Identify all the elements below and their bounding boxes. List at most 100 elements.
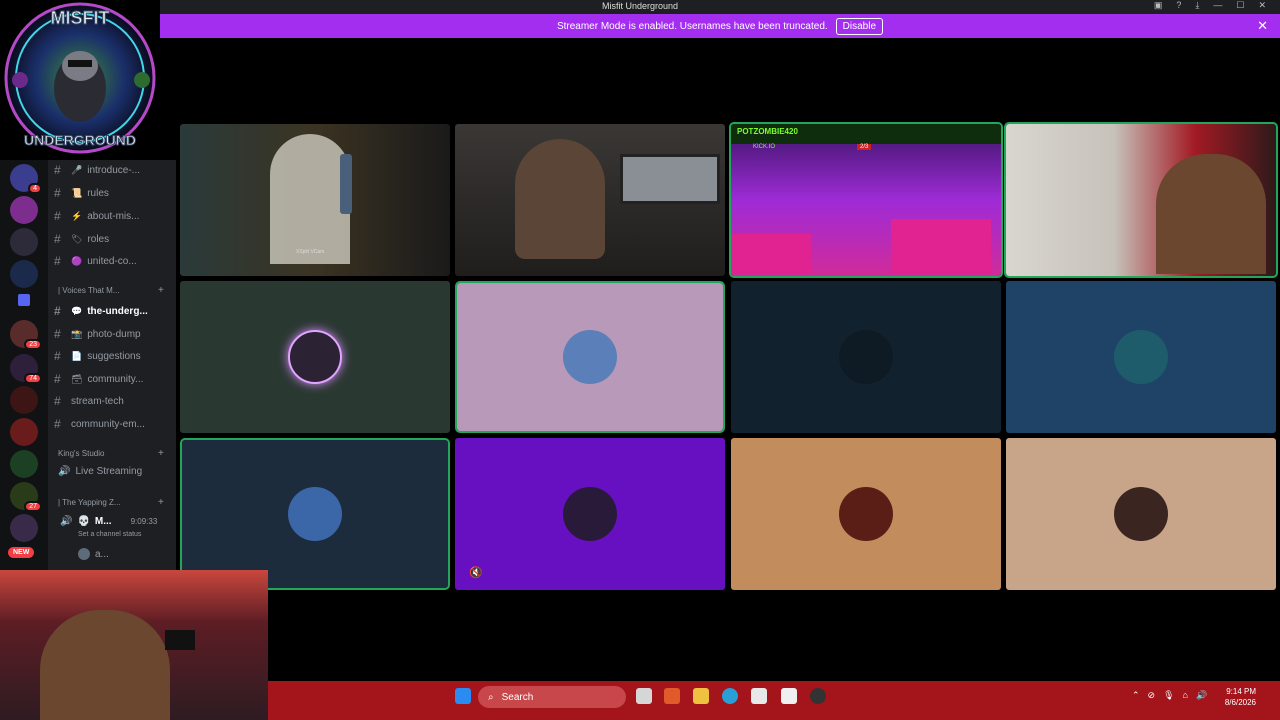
- start-icon[interactable]: [455, 688, 471, 704]
- server-icon[interactable]: 27: [10, 482, 42, 512]
- hash-icon: #: [54, 232, 61, 246]
- avatar-tile[interactable]: [731, 438, 1001, 590]
- video-tile[interactable]: XSplit VCam: [180, 124, 450, 276]
- channel-roles[interactable]: # 🏷 roles: [54, 232, 109, 246]
- store-icon[interactable]: [751, 688, 767, 704]
- app-icon[interactable]: [810, 688, 826, 704]
- channel-label: stream-tech: [71, 395, 124, 407]
- microphone-icon: [340, 154, 352, 214]
- avatar-tile[interactable]: [1006, 438, 1276, 590]
- participant-figure: [1156, 154, 1266, 274]
- folder-icon[interactable]: [18, 294, 30, 306]
- add-channel-icon[interactable]: +: [158, 448, 164, 459]
- copilot-icon[interactable]: [664, 688, 680, 704]
- hash-icon: #: [54, 372, 61, 386]
- voice-channel-live-streaming[interactable]: 🔊 Live Streaming: [58, 466, 142, 477]
- channel-community[interactable]: # 🗃 community...: [54, 372, 143, 386]
- stream-tile[interactable]: POTZOMBIE420 KICK.IO 2/3: [729, 122, 1003, 278]
- game-platform: [891, 219, 991, 274]
- server-icon[interactable]: 23: [10, 320, 42, 350]
- channel-status[interactable]: Set a channel status: [78, 531, 141, 538]
- server-icon[interactable]: [10, 386, 38, 414]
- channel-emoji: 📜: [71, 187, 83, 198]
- search-icon: ⌕: [488, 691, 494, 703]
- wall-screen: [165, 630, 195, 650]
- server-mention-badge: 27: [24, 501, 42, 512]
- new-badge: NEW: [8, 547, 35, 558]
- channel-united[interactable]: # 🟣 united-co...: [54, 254, 137, 268]
- avatar: [563, 487, 617, 541]
- server-icon[interactable]: 4: [10, 164, 42, 194]
- server-icon[interactable]: [10, 450, 38, 478]
- category-voices[interactable]: | Voices That M... +: [58, 285, 164, 296]
- category-label: | The Yapping Z...: [58, 498, 121, 507]
- category-label: | Voices That M...: [58, 286, 120, 295]
- server-mention-badge: 74: [24, 373, 42, 384]
- server-icon[interactable]: [10, 196, 38, 224]
- voice-user-name: a...: [95, 548, 109, 560]
- add-channel-icon[interactable]: +: [158, 285, 164, 296]
- notepad-icon[interactable]: [781, 688, 797, 704]
- participant-figure: [270, 134, 350, 264]
- taskbar-search[interactable]: ⌕ Search: [478, 686, 626, 708]
- server-icon[interactable]: [10, 514, 38, 542]
- channel-introduce[interactable]: # 🎤 introduce-...: [54, 163, 140, 177]
- download-icon[interactable]: ⤓: [1195, 0, 1199, 11]
- server-logo: MISFIT UNDERGROUND: [0, 0, 160, 160]
- channel-label: introduce-...: [87, 164, 141, 176]
- add-channel-icon[interactable]: +: [158, 497, 164, 508]
- avatar-tile[interactable]: [731, 281, 1001, 433]
- minimize-icon[interactable]: —: [1213, 0, 1222, 11]
- disable-streamer-mode-button[interactable]: Disable: [835, 17, 884, 35]
- network-icon[interactable]: ⊘: [1148, 690, 1156, 701]
- server-icon[interactable]: [10, 260, 38, 288]
- channel-community-em[interactable]: # community-em...: [54, 417, 145, 431]
- channel-stream-tech[interactable]: # stream-tech: [54, 394, 124, 408]
- channel-suggestions[interactable]: # 📄 suggestions: [54, 349, 141, 363]
- server-list: 4 23 74 27: [0, 160, 48, 580]
- hash-icon: #: [54, 327, 61, 341]
- close-window-icon[interactable]: ✕: [1258, 0, 1266, 11]
- streamer-mode-banner: Streamer Mode is enabled. Usernames have…: [160, 14, 1280, 38]
- avatar-tile[interactable]: 🔇: [455, 438, 725, 590]
- server-icon[interactable]: [10, 228, 38, 256]
- inbox-icon[interactable]: ▣: [1154, 0, 1163, 11]
- window-title: Misfit Underground: [601, 1, 679, 11]
- hash-icon: #: [54, 349, 61, 363]
- avatar-tile[interactable]: [455, 281, 725, 433]
- chevron-up-icon[interactable]: ⌃: [1132, 690, 1140, 701]
- clock[interactable]: 9:14 PM 8/6/2026: [1225, 686, 1256, 708]
- help-icon[interactable]: ?: [1176, 0, 1181, 11]
- voice-user-row-2[interactable]: a...: [78, 548, 109, 560]
- avatar-tile[interactable]: [1006, 281, 1276, 433]
- stream-score: 2/3: [857, 144, 872, 150]
- maximize-icon[interactable]: ☐: [1236, 0, 1244, 11]
- volume-icon[interactable]: 🔊: [1196, 690, 1207, 701]
- server-icon[interactable]: [10, 418, 38, 446]
- voice-user-row[interactable]: 🔊 💀 M... 9:09:33: [60, 516, 157, 527]
- video-tile[interactable]: [1004, 122, 1278, 278]
- cam-label: XSplit VCam: [296, 249, 325, 255]
- video-tile[interactable]: [455, 124, 725, 276]
- avatar: [288, 330, 342, 384]
- channel-about[interactable]: # ⚡ about-mis...: [54, 209, 139, 223]
- avatar-tile[interactable]: [180, 281, 450, 433]
- wifi-icon[interactable]: ⌂: [1183, 690, 1188, 701]
- voice-user-name: M...: [94, 516, 112, 527]
- edge-icon[interactable]: [722, 688, 738, 704]
- file-explorer-icon[interactable]: [693, 688, 709, 704]
- category-kings-studio[interactable]: King's Studio +: [58, 448, 164, 459]
- channel-label: Live Streaming: [75, 466, 143, 477]
- server-icon[interactable]: 74: [10, 354, 42, 384]
- category-yapping[interactable]: | The Yapping Z... +: [58, 497, 164, 508]
- channel-rules[interactable]: # 📜 rules: [54, 186, 109, 200]
- task-view-icon[interactable]: [636, 688, 652, 704]
- channel-the-underground[interactable]: # 💬 the-underg...: [54, 304, 148, 318]
- channel-photo-dump[interactable]: # 📸 photo-dump: [54, 327, 141, 341]
- mic-icon[interactable]: 🎙: [1163, 690, 1174, 701]
- channel-list: # 🎤 introduce-... # 📜 rules # ⚡ about-mis... #…: [48, 160, 176, 570]
- avatar-tile[interactable]: [180, 438, 450, 590]
- stream-username: POTZOMBIE420: [737, 127, 798, 136]
- close-banner-icon[interactable]: ✕: [1257, 18, 1268, 34]
- hash-icon: #: [54, 163, 61, 177]
